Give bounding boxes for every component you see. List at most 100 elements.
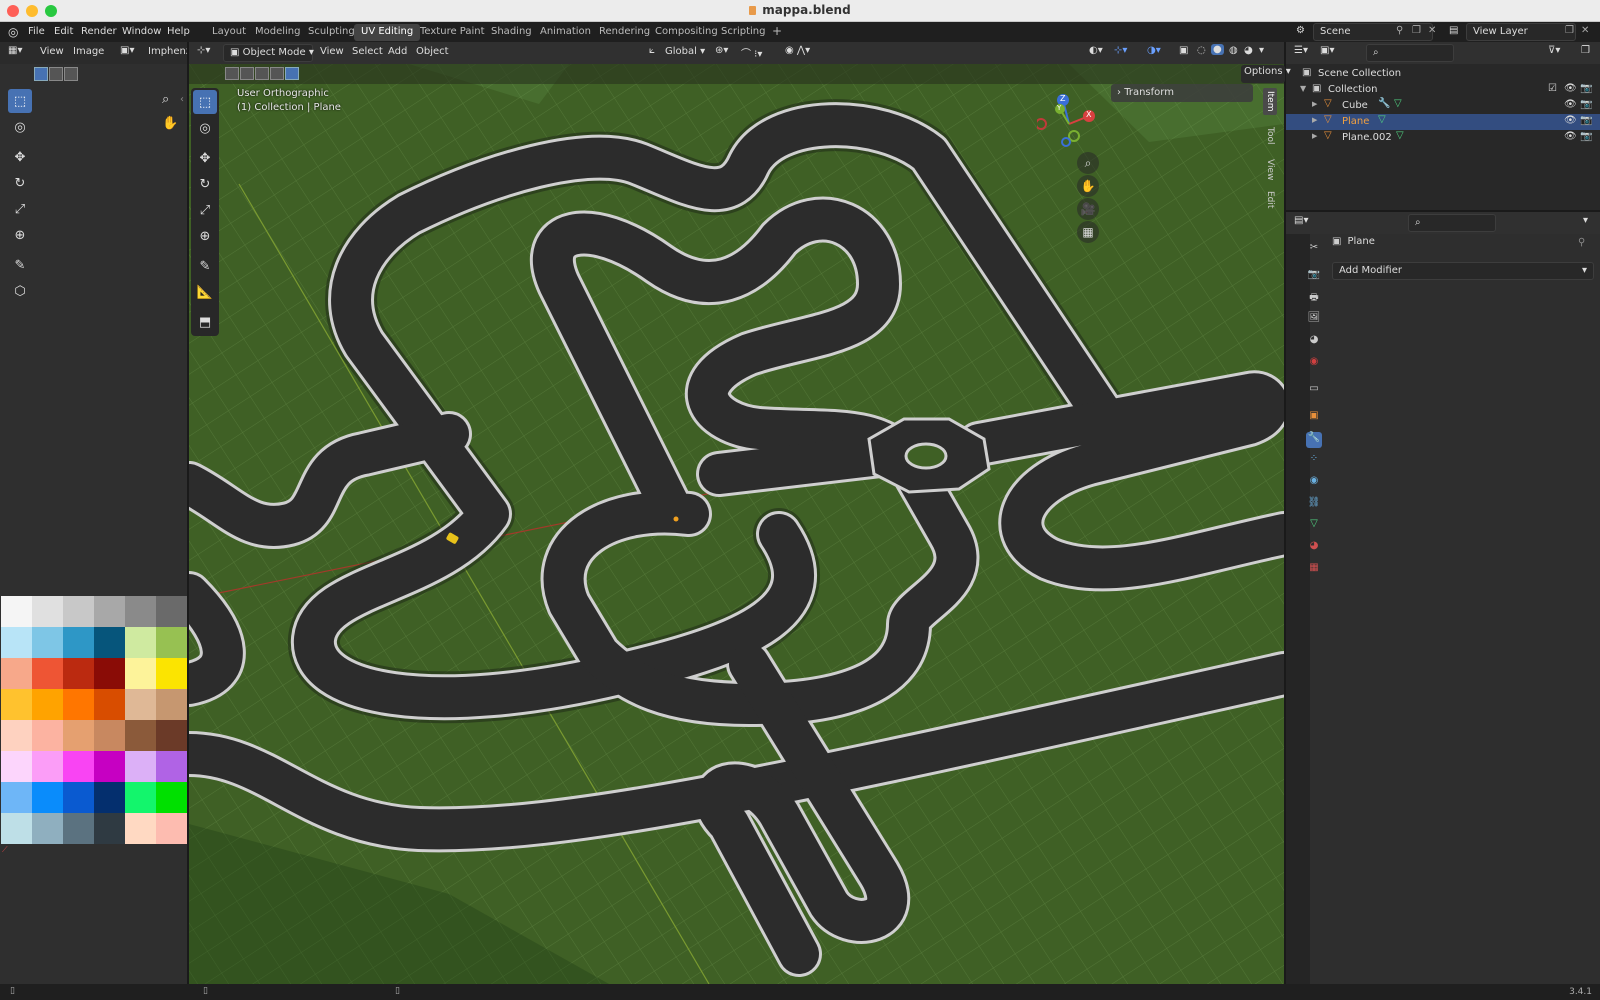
menu-render[interactable]: Render xyxy=(81,26,117,37)
delete-scene-icon[interactable]: ✕ xyxy=(1428,25,1436,36)
cube-eye-icon[interactable]: 👁 xyxy=(1564,99,1577,110)
palette-swatch[interactable] xyxy=(94,689,125,720)
select-subtract-icon[interactable] xyxy=(64,67,78,81)
viewport-menu-view[interactable]: View xyxy=(320,46,344,57)
tab-uv-editing[interactable]: UV Editing xyxy=(354,24,421,41)
material-properties-icon[interactable]: ◕ xyxy=(1306,540,1322,556)
palette-swatch[interactable] xyxy=(125,720,156,751)
plane-002-eye-icon[interactable]: 👁 xyxy=(1564,131,1577,142)
palette-swatch[interactable] xyxy=(1,751,32,782)
palette-swatch[interactable] xyxy=(63,720,94,751)
vp-cursor-tool[interactable]: ◎ xyxy=(193,116,217,140)
palette-swatch[interactable] xyxy=(94,813,125,844)
outliner-editor-type-icon[interactable]: ☰▾ xyxy=(1294,45,1308,56)
tool-properties-icon[interactable]: ✂ xyxy=(1306,242,1322,258)
palette-swatch[interactable] xyxy=(32,813,63,844)
palette-swatch[interactable] xyxy=(32,782,63,813)
view-layer-properties-icon[interactable]: 🖼 xyxy=(1306,312,1322,328)
options-dropdown[interactable]: Options ▾ xyxy=(1241,65,1291,83)
collection-checkbox-icon[interactable]: ☑ xyxy=(1548,83,1557,94)
palette-swatch[interactable] xyxy=(156,689,187,720)
visibility-icon[interactable]: ◐▾ xyxy=(1089,45,1103,56)
palette-swatch[interactable] xyxy=(63,627,94,658)
tab-tool[interactable]: Tool xyxy=(1263,124,1277,147)
new-collection-icon[interactable]: ❐ xyxy=(1581,45,1590,56)
zoom-icon[interactable]: ⌕ xyxy=(162,92,169,107)
outliner-row-collection[interactable]: ▼ ▣ Collection ☑ 👁 📷 xyxy=(1286,82,1600,98)
object-properties-icon[interactable]: ▣ xyxy=(1306,410,1322,426)
snap-icon[interactable]: ⌒ ⁝▾ xyxy=(741,45,762,60)
properties-options-icon[interactable]: ▾ xyxy=(1583,215,1588,226)
proportional-edit-icon[interactable]: ◉ ⋀▾ xyxy=(785,45,810,56)
filter-icon[interactable]: ⊽▾ xyxy=(1548,45,1560,56)
vp-measure-tool[interactable]: 📐 xyxy=(193,280,217,304)
palette-swatch[interactable] xyxy=(156,813,187,844)
render-properties-icon[interactable]: 📷 xyxy=(1306,269,1322,285)
vp-move-tool[interactable]: ✥ xyxy=(193,146,217,170)
scale-tool[interactable]: ⤢ xyxy=(8,197,32,221)
vp-select-invert-icon[interactable] xyxy=(270,67,284,80)
add-workspace-button[interactable]: + xyxy=(765,22,789,39)
palette-swatch[interactable] xyxy=(63,596,94,627)
palette-swatch[interactable] xyxy=(32,689,63,720)
menu-file[interactable]: File xyxy=(28,26,45,37)
cursor-tool[interactable]: ◎ xyxy=(8,115,32,139)
new-view-layer-icon[interactable]: ❐ xyxy=(1565,25,1574,36)
gizmo-toggle-icon[interactable]: ⊹▾ xyxy=(1114,45,1127,56)
pivot-icon[interactable]: ⊛▾ xyxy=(715,45,728,56)
delete-view-layer-icon[interactable]: ✕ xyxy=(1581,25,1589,36)
palette-swatch[interactable] xyxy=(32,751,63,782)
palette-swatch[interactable] xyxy=(125,596,156,627)
properties-search-input[interactable]: ⌕ xyxy=(1408,214,1496,232)
transform-tool[interactable]: ⊕ xyxy=(8,223,32,247)
viewport-menu-object[interactable]: Object xyxy=(416,46,449,57)
palette-swatch[interactable] xyxy=(156,658,187,689)
physics-properties-icon[interactable]: ◉ xyxy=(1306,475,1322,491)
palette-swatch[interactable] xyxy=(63,782,94,813)
palette-swatch[interactable] xyxy=(156,627,187,658)
palette-swatch[interactable] xyxy=(125,658,156,689)
outliner-row-plane[interactable]: ▶ ▽ Plane ▽ 👁 📷 xyxy=(1286,114,1600,130)
palette-swatch[interactable] xyxy=(125,813,156,844)
palette-swatch[interactable] xyxy=(32,720,63,751)
palette-swatch[interactable] xyxy=(1,627,32,658)
palette-swatch[interactable] xyxy=(32,627,63,658)
expand-plane-002-icon[interactable]: ▶ xyxy=(1312,132,1317,140)
palette-swatch[interactable] xyxy=(156,596,187,627)
palette-swatch[interactable] xyxy=(156,751,187,782)
tab-scripting[interactable]: Scripting xyxy=(714,24,772,41)
uv-menu-image[interactable]: Image xyxy=(73,46,104,57)
palette-swatch[interactable] xyxy=(125,782,156,813)
new-scene-icon[interactable]: ❐ xyxy=(1412,25,1421,36)
tab-texture-paint[interactable]: Texture Paint xyxy=(413,24,492,41)
viewport-menu-add[interactable]: Add xyxy=(388,46,407,57)
view-layer-selector[interactable]: View Layer xyxy=(1466,23,1576,41)
palette-swatch[interactable] xyxy=(94,720,125,751)
palette-swatch[interactable] xyxy=(94,627,125,658)
shading-material-icon[interactable]: ◍ xyxy=(1229,45,1238,56)
palette-swatch[interactable] xyxy=(94,751,125,782)
annotate-tool[interactable]: ✎ xyxy=(8,253,32,277)
display-mode-icon[interactable]: ▣▾ xyxy=(1320,45,1334,56)
select-extend-icon[interactable] xyxy=(49,67,63,81)
collection-camera-icon[interactable]: 📷 xyxy=(1580,83,1592,94)
plane-camera-icon[interactable]: 📷 xyxy=(1580,115,1592,126)
orientation-dropdown[interactable]: Global ▾ xyxy=(665,46,705,57)
move-tool[interactable]: ✥ xyxy=(8,145,32,169)
palette-swatch[interactable] xyxy=(156,720,187,751)
palette-swatch[interactable] xyxy=(1,658,32,689)
palette-swatch[interactable] xyxy=(32,596,63,627)
palette-swatch[interactable] xyxy=(94,782,125,813)
camera-view-icon[interactable]: 🎥 xyxy=(1077,198,1099,220)
menu-window[interactable]: Window xyxy=(122,26,161,37)
pin-scene-icon[interactable]: ⚲ xyxy=(1396,25,1403,36)
plane-002-camera-icon[interactable]: 📷 xyxy=(1580,131,1592,142)
select-box-tool[interactable]: ⬚ xyxy=(8,89,32,113)
palette-swatch[interactable] xyxy=(63,658,94,689)
navigation-gizmo[interactable]: Z X Y xyxy=(1035,94,1101,154)
particles-properties-icon[interactable]: ⁘ xyxy=(1306,453,1322,469)
uv-menu-view[interactable]: View xyxy=(40,46,64,57)
pin-properties-icon[interactable]: ⚲ xyxy=(1578,237,1585,248)
shading-solid-icon[interactable]: ● xyxy=(1211,44,1224,55)
xray-icon[interactable]: ▣ xyxy=(1179,45,1188,56)
